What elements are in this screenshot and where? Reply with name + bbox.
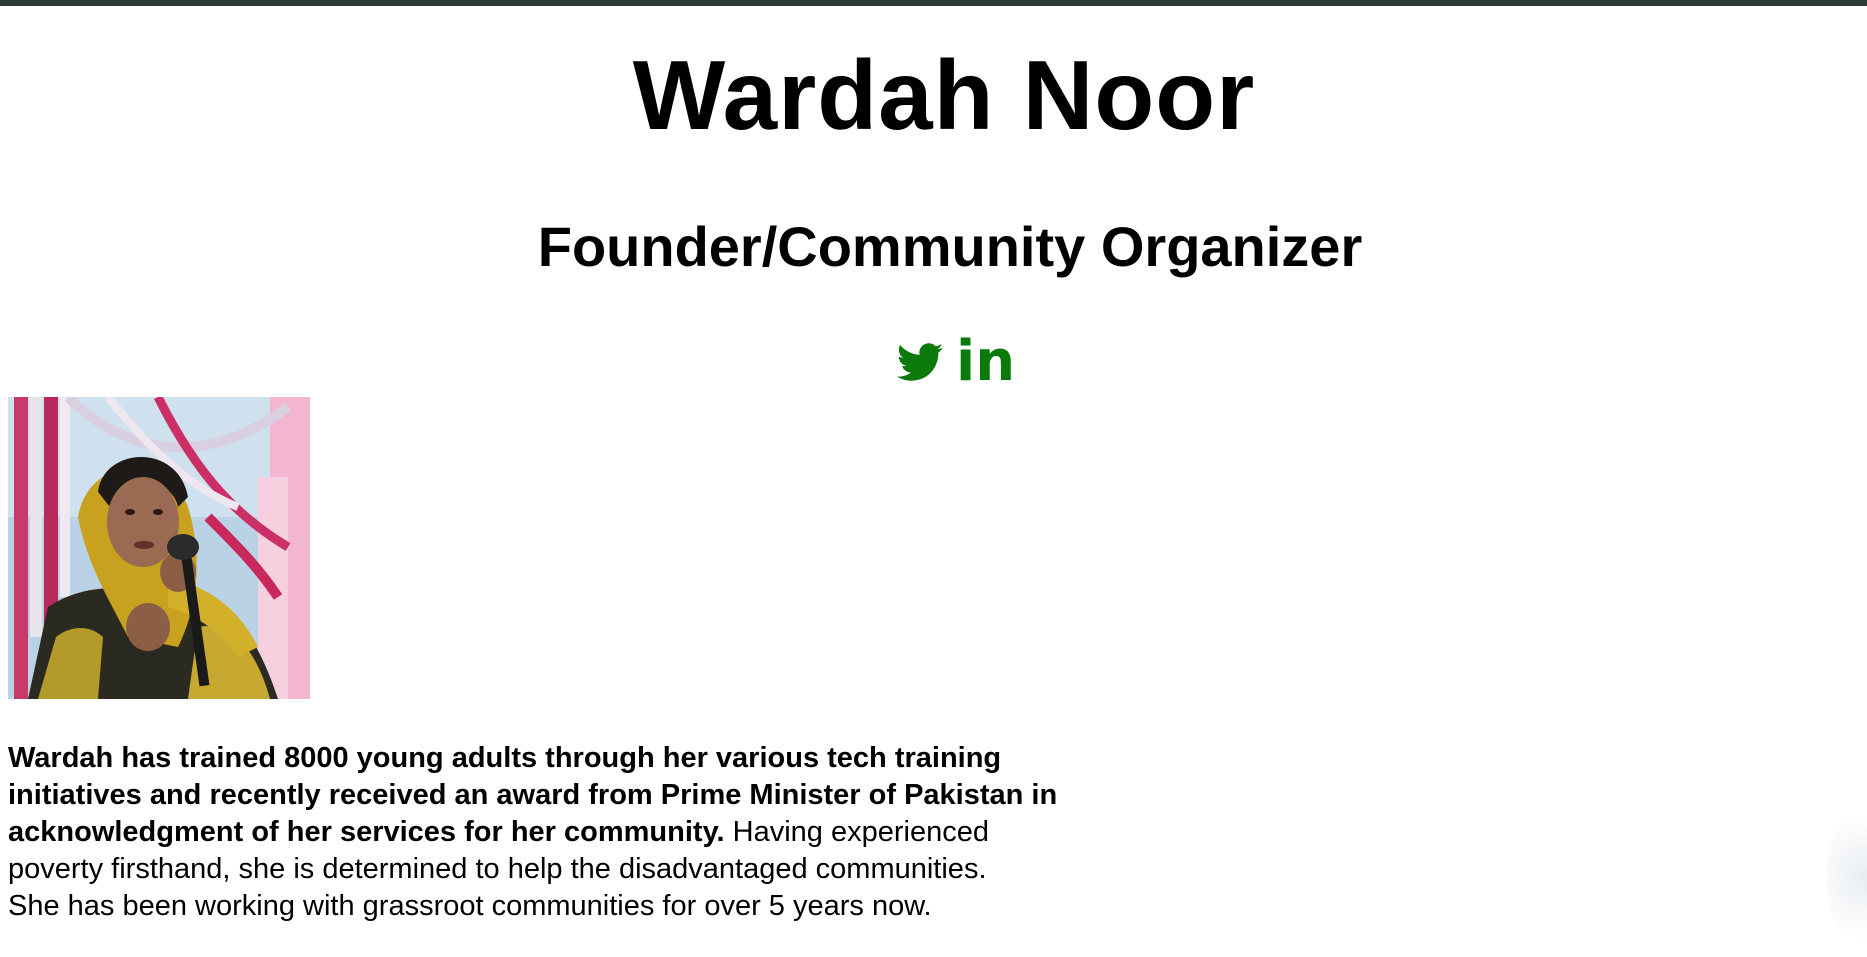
profile-page: Wardah Noor Founder/Community Organizer … (0, 0, 1867, 957)
profile-photo-image (8, 397, 310, 699)
profile-photo (8, 397, 310, 699)
profile-name: Wardah Noor (632, 40, 1256, 150)
bio-text-2: poverty firsthand, she is determined to … (8, 853, 987, 885)
bio-paragraph: Wardah has trained 8000 young adults thr… (8, 740, 1208, 925)
social-links: in (894, 330, 1015, 394)
linkedin-link[interactable]: in (956, 334, 1015, 390)
bio-text-1: Having experienced (724, 816, 989, 848)
linkedin-icon: in (956, 329, 1016, 394)
twitter-link[interactable] (894, 339, 946, 385)
corner-widget (1827, 797, 1867, 957)
top-bar (0, 0, 1867, 6)
profile-role: Founder/Community Organizer (537, 215, 1363, 278)
twitter-bird-icon (897, 343, 944, 381)
bio-text-3: She has been working with grassroot comm… (8, 890, 932, 922)
